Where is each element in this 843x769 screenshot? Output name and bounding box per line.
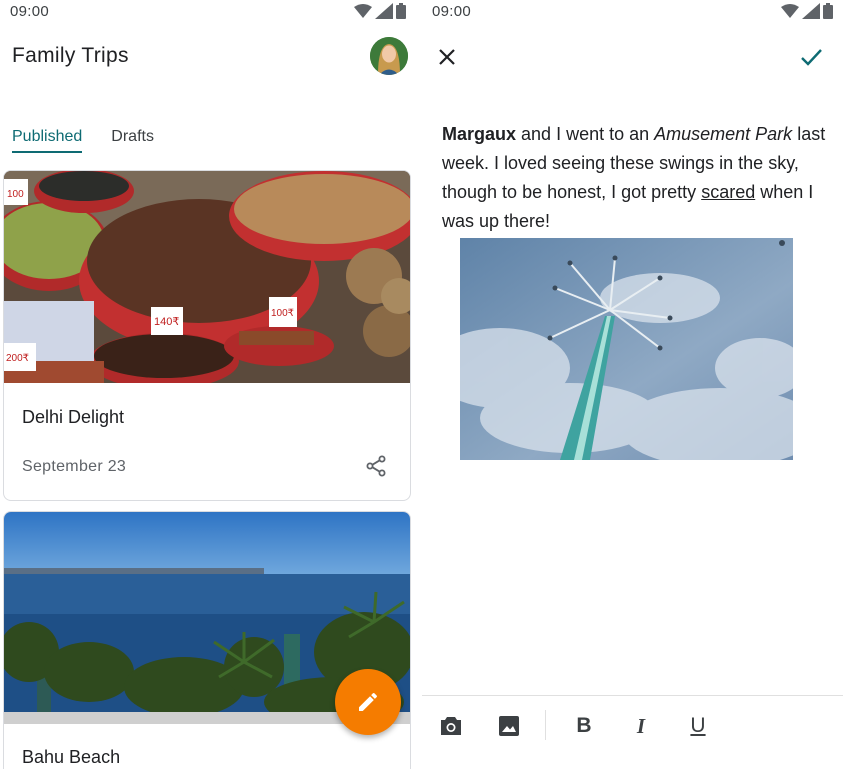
formatting-toolbar: B I U	[422, 695, 843, 769]
card-image-spices: 100 140₹ 100₹ 200₹	[4, 171, 410, 383]
svg-text:100: 100	[7, 189, 24, 200]
price-tag: 200₹	[4, 343, 36, 371]
trip-card[interactable]: 100 140₹ 100₹ 200₹ Delhi Delight Septemb…	[3, 170, 411, 501]
trip-card[interactable]: Bahu Beach	[3, 511, 411, 769]
status-time: 09:00	[432, 3, 472, 20]
edit-icon	[359, 692, 378, 711]
inline-photo[interactable]	[460, 238, 793, 460]
status-bar: 09:00	[0, 0, 416, 22]
camera-button[interactable]	[438, 713, 464, 739]
price-tag: 140₹	[151, 307, 183, 335]
camera-icon	[441, 717, 461, 735]
status-bar: 09:00	[422, 0, 843, 22]
underline-button[interactable]: U	[685, 713, 711, 739]
price-tag: 100₹	[269, 297, 297, 327]
price-tag: 100	[4, 179, 28, 205]
check-icon[interactable]	[798, 45, 824, 69]
share-icon[interactable]	[364, 454, 388, 478]
post-body-text[interactable]: Margaux and I went to an Amusement Park …	[442, 120, 834, 236]
card-title: Delhi Delight	[22, 407, 125, 427]
toolbar-divider	[545, 710, 546, 740]
bold-button[interactable]: B	[571, 713, 597, 739]
italic-button[interactable]: I	[628, 713, 654, 739]
tab-drafts[interactable]: Drafts	[111, 128, 154, 153]
svg-text:100₹: 100₹	[271, 308, 294, 319]
bold-text: Margaux	[442, 124, 517, 144]
tab-published[interactable]: Published	[12, 128, 83, 153]
wifi-icon	[354, 4, 372, 18]
wifi-icon	[781, 4, 799, 18]
signal-icon	[375, 3, 393, 19]
body-text-part: and I went to an	[516, 124, 655, 144]
italic-text: Amusement Park	[654, 124, 793, 144]
insert-image-button[interactable]	[496, 713, 522, 739]
image-icon	[499, 716, 519, 736]
status-icons	[781, 3, 833, 19]
status-icons	[354, 3, 406, 19]
status-time: 09:00	[10, 3, 50, 20]
swing-ride-photo	[460, 238, 793, 460]
avatar-photo	[370, 37, 408, 75]
new-trip-fab[interactable]	[335, 669, 401, 735]
battery-icon	[396, 3, 406, 19]
signal-icon	[802, 3, 820, 19]
avatar[interactable]	[370, 37, 408, 75]
svg-text:200₹: 200₹	[6, 353, 29, 364]
editor-screen: 09:00 Margaux and I went to an Amusement…	[422, 0, 843, 769]
close-icon[interactable]	[436, 46, 458, 68]
page-title: Family Trips	[12, 44, 129, 67]
card-date: September 23	[22, 458, 127, 475]
trips-list-screen: 09:00 Family Trips Published Drafts 100 …	[0, 0, 416, 769]
underlined-text: scared	[701, 182, 756, 202]
svg-text:140₹: 140₹	[154, 316, 179, 328]
battery-icon	[823, 3, 833, 19]
tab-bar: Published Drafts	[12, 128, 183, 153]
card-title: Bahu Beach	[22, 747, 121, 767]
